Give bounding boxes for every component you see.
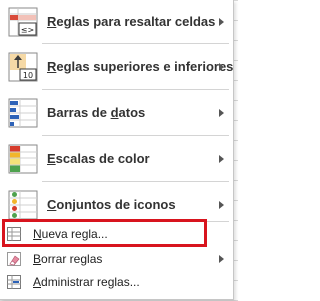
submenu-arrow-icon <box>219 201 224 209</box>
highlight-rule-glyph: ≤> <box>21 26 34 35</box>
top-bottom-number: 10 <box>23 71 33 80</box>
highlight-cells-rules-icon: ≤> <box>8 7 38 37</box>
clear-rules-icon <box>7 252 21 266</box>
menu-separator <box>42 43 229 44</box>
menu-item-label: Conjuntos de iconos <box>47 197 176 212</box>
submenu-arrow-icon <box>219 63 224 71</box>
color-scales-icon <box>8 144 38 174</box>
menu-item-highlight-cells-rules[interactable]: ≤> Reglas para resaltar celdas <box>0 2 232 42</box>
menu-item-color-scales[interactable]: Escalas de color <box>0 139 232 179</box>
top-bottom-rules-icon: 10 <box>8 52 38 82</box>
icon-sets-icon <box>8 190 38 220</box>
manage-rules-icon <box>7 275 21 289</box>
menu-item-label: Borrar reglas <box>33 252 103 266</box>
menu-item-clear-rules[interactable]: Borrar reglas <box>0 249 232 269</box>
submenu-arrow-icon <box>219 18 224 26</box>
menu-item-top-bottom-rules[interactable]: 10 Reglas superiores e inferiores <box>0 47 234 87</box>
submenu-arrow-icon <box>219 155 224 163</box>
new-rule-highlight-box <box>2 219 207 247</box>
menu-item-label: Reglas para resaltar celdas <box>47 14 216 29</box>
menu-item-label: Reglas superiores e inferiores <box>47 59 234 74</box>
menu-item-data-bars[interactable]: Barras de datos <box>0 93 232 133</box>
menu-item-label: Escalas de color <box>47 151 150 166</box>
menu-item-label: Barras de datos <box>47 105 146 120</box>
menu-separator <box>42 89 229 90</box>
menu-item-manage-rules[interactable]: Administrar reglas... <box>0 272 232 292</box>
menu-item-label: Administrar reglas... <box>33 275 140 289</box>
menu-separator <box>42 181 229 182</box>
submenu-arrow-icon <box>219 255 224 263</box>
conditional-formatting-menu: ≤> Reglas para resaltar celdas 10 Reglas… <box>0 0 234 300</box>
data-bars-icon <box>8 98 38 128</box>
submenu-arrow-icon <box>219 109 224 117</box>
menu-separator <box>42 135 229 136</box>
